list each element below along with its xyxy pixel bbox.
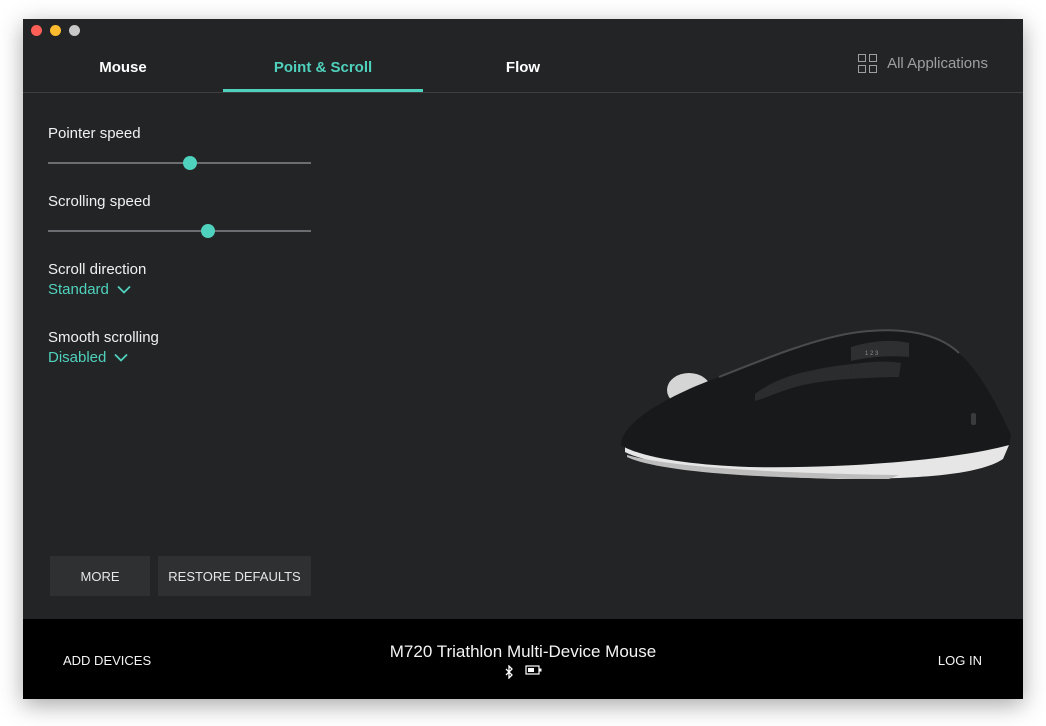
active-tab-indicator (223, 89, 423, 92)
tab-bar: Mouse Point & Scroll Flow All Applicatio… (23, 19, 1023, 93)
all-applications-label: All Applications (887, 55, 988, 72)
svg-text:1 2 3: 1 2 3 (865, 351, 879, 357)
device-status (23, 665, 1023, 679)
all-applications-button[interactable]: All Applications (858, 54, 988, 73)
tab-flow[interactable]: Flow (423, 59, 623, 76)
log-in-button[interactable]: LOG IN (938, 653, 982, 668)
pointer-speed-label: Pointer speed (48, 125, 141, 142)
tab-mouse[interactable]: Mouse (23, 59, 223, 76)
scrolling-speed-slider[interactable] (48, 223, 311, 239)
smooth-scrolling-dropdown[interactable]: Disabled (48, 349, 129, 366)
battery-icon (524, 665, 541, 675)
scroll-direction-dropdown[interactable]: Standard (48, 281, 131, 298)
scroll-direction-value: Standard (48, 281, 109, 298)
bluetooth-icon (505, 665, 513, 679)
scroll-direction-label: Scroll direction (48, 261, 147, 278)
footer-bar: ADD DEVICES M720 Triathlon Multi-Device … (23, 619, 1023, 699)
tab-point-and-scroll[interactable]: Point & Scroll (223, 59, 423, 76)
slider-thumb[interactable] (201, 224, 216, 238)
device-name: M720 Triathlon Multi-Device Mouse (389, 642, 657, 661)
pointer-speed-slider[interactable] (48, 155, 311, 171)
app-window: Mouse Point & Scroll Flow All Applicatio… (23, 19, 1023, 699)
app-grid-icon (858, 54, 878, 73)
mouse-device-image: 1 2 3 (621, 329, 1011, 479)
more-button[interactable]: MORE (50, 556, 150, 596)
smooth-scrolling-value: Disabled (48, 349, 107, 366)
chevron-down-icon (117, 285, 131, 294)
slider-thumb[interactable] (183, 156, 198, 170)
restore-defaults-button[interactable]: RESTORE DEFAULTS (158, 556, 311, 596)
slider-track (48, 230, 311, 232)
scrolling-speed-label: Scrolling speed (48, 193, 151, 210)
chevron-down-icon (114, 353, 129, 362)
smooth-scrolling-label: Smooth scrolling (48, 329, 159, 346)
slider-track (48, 162, 311, 164)
